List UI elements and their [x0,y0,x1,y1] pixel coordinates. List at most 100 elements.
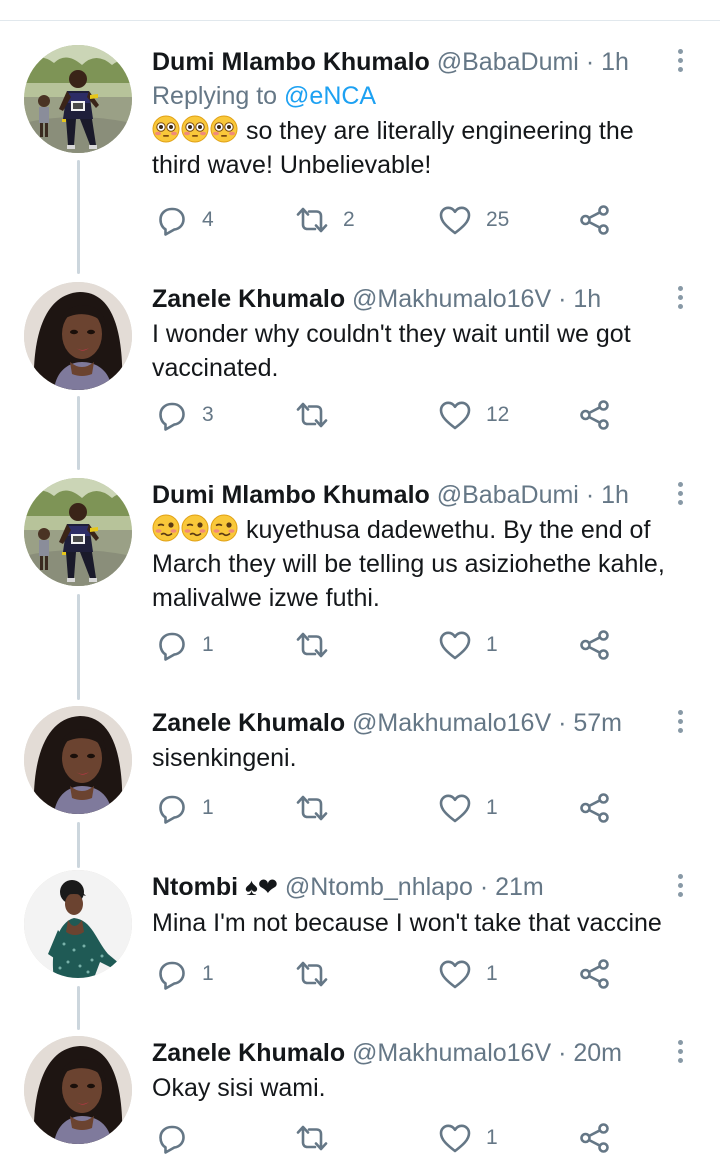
reply-icon [156,958,188,990]
timestamp[interactable]: 1h [601,481,629,509]
share-button[interactable] [578,200,612,240]
retweet-button[interactable] [295,395,343,435]
user-handle[interactable]: @BabaDumi [437,481,579,509]
display-name[interactable]: Dumi Mlambo Khumalo [152,48,430,76]
retweet-button[interactable] [295,1118,343,1158]
separator: · [585,481,595,509]
tweet-body: Okay sisi wami. [152,1074,326,1102]
reply-button[interactable] [156,1118,202,1158]
user-handle[interactable]: @Makhumalo16V [352,1039,551,1067]
avatar[interactable] [24,1036,132,1144]
share-icon [578,792,612,824]
flushed-face-emoji [152,115,180,143]
more-options-icon[interactable] [674,45,686,79]
avatar[interactable] [24,706,132,814]
more-options-icon[interactable] [674,1036,686,1070]
more-options-icon[interactable] [674,870,686,904]
user-handle[interactable]: @Makhumalo16V [352,285,551,313]
avatar[interactable] [24,478,132,586]
woozy-face-emoji [181,514,209,542]
timestamp[interactable]: 1h [573,285,601,313]
tweet-header: Ntombi ♠❤ @Ntomb_nhlapo · 21m [152,870,680,905]
timestamp[interactable]: 20m [573,1039,622,1067]
like-count: 1 [486,962,498,985]
user-handle[interactable]: @BabaDumi [437,48,579,76]
tweet-actions: 1 1 [152,788,622,828]
display-name[interactable]: Zanele Khumalo [152,709,345,737]
thread-connector [77,822,80,868]
share-icon [578,1122,612,1154]
display-name[interactable]: Zanele Khumalo [152,285,345,313]
more-options-icon[interactable] [674,478,686,512]
share-button[interactable] [578,954,612,994]
retweet-button[interactable] [295,625,343,665]
tweet-actions: 1 1 [152,954,622,994]
like-button[interactable]: 1 [438,954,498,994]
retweet-icon [295,792,329,824]
avatar[interactable] [24,870,132,978]
share-button[interactable] [578,788,612,828]
reply-button[interactable]: 1 [156,625,214,665]
heart-icon [438,204,472,236]
retweet-button[interactable]: 2 [295,200,355,240]
separator: · [585,48,595,76]
like-button[interactable]: 1 [438,625,498,665]
like-button[interactable]: 1 [438,788,498,828]
display-name[interactable]: Ntombi [152,873,238,901]
tweet-header: Zanele Khumalo @Makhumalo16V · 20m [152,1036,680,1070]
share-button[interactable] [578,395,612,435]
heart-icon [438,399,472,431]
like-count: 1 [486,796,498,819]
reply-button[interactable]: 1 [156,954,214,994]
display-name[interactable]: Zanele Khumalo [152,1039,345,1067]
tweet-body: sisenkingeni. [152,744,297,772]
like-button[interactable]: 12 [438,395,509,435]
separator: · [479,873,489,901]
share-button[interactable] [578,625,612,665]
avatar[interactable] [24,282,132,390]
top-divider [0,20,720,21]
user-handle[interactable]: @Makhumalo16V [352,709,551,737]
timestamp[interactable]: 21m [495,873,544,901]
tweet-body: I wonder why couldn't they wait until we… [152,320,631,382]
reply-icon [156,629,188,661]
spade-heart-symbols: ♠❤ [245,874,278,901]
reply-icon [156,204,188,236]
tweet-header: Zanele Khumalo @Makhumalo16V · 57m [152,706,680,740]
more-options-icon[interactable] [674,282,686,316]
timestamp[interactable]: 1h [601,48,629,76]
reply-count: 1 [202,962,214,985]
like-button[interactable]: 25 [438,200,509,240]
display-name[interactable]: Dumi Mlambo Khumalo [152,481,430,509]
tweet-text: kuyethusa dadewethu. By the end of March… [152,513,680,615]
retweet-icon [295,629,329,661]
reply-button[interactable]: 3 [156,395,214,435]
reply-button[interactable]: 4 [156,200,214,240]
reply-button[interactable]: 1 [156,788,214,828]
share-button[interactable] [578,1118,612,1158]
heart-icon [438,629,472,661]
tweet-content: Zanele Khumalo @Makhumalo16V · 1h I wond… [152,282,680,385]
tweet-header: Dumi Mlambo Khumalo @BabaDumi · 1h [152,478,680,512]
avatar[interactable] [24,45,132,153]
tweet-actions: 1 [152,1118,622,1158]
replying-to-label: Replying to [152,82,278,110]
tweet-header: Zanele Khumalo @Makhumalo16V · 1h [152,282,680,316]
user-handle[interactable]: @Ntomb_nhlapo [285,873,473,901]
share-icon [578,958,612,990]
woozy-face-emoji [210,514,238,542]
tweet-content: Ntombi ♠❤ @Ntomb_nhlapo · 21m Mina I'm n… [152,870,680,940]
tweet-actions: 4 2 25 [152,200,622,240]
like-button[interactable]: 1 [438,1118,498,1158]
retweet-button[interactable] [295,954,343,994]
flushed-face-emoji [210,115,238,143]
retweet-icon [295,399,329,431]
more-options-icon[interactable] [674,706,686,740]
retweet-button[interactable] [295,788,343,828]
retweet-count: 2 [343,208,355,231]
tweet-actions: 3 12 [152,395,622,435]
separator: · [558,285,567,313]
timestamp[interactable]: 57m [573,709,622,737]
replying-to-mention[interactable]: @eNCA [284,82,376,110]
separator: · [558,1039,567,1067]
